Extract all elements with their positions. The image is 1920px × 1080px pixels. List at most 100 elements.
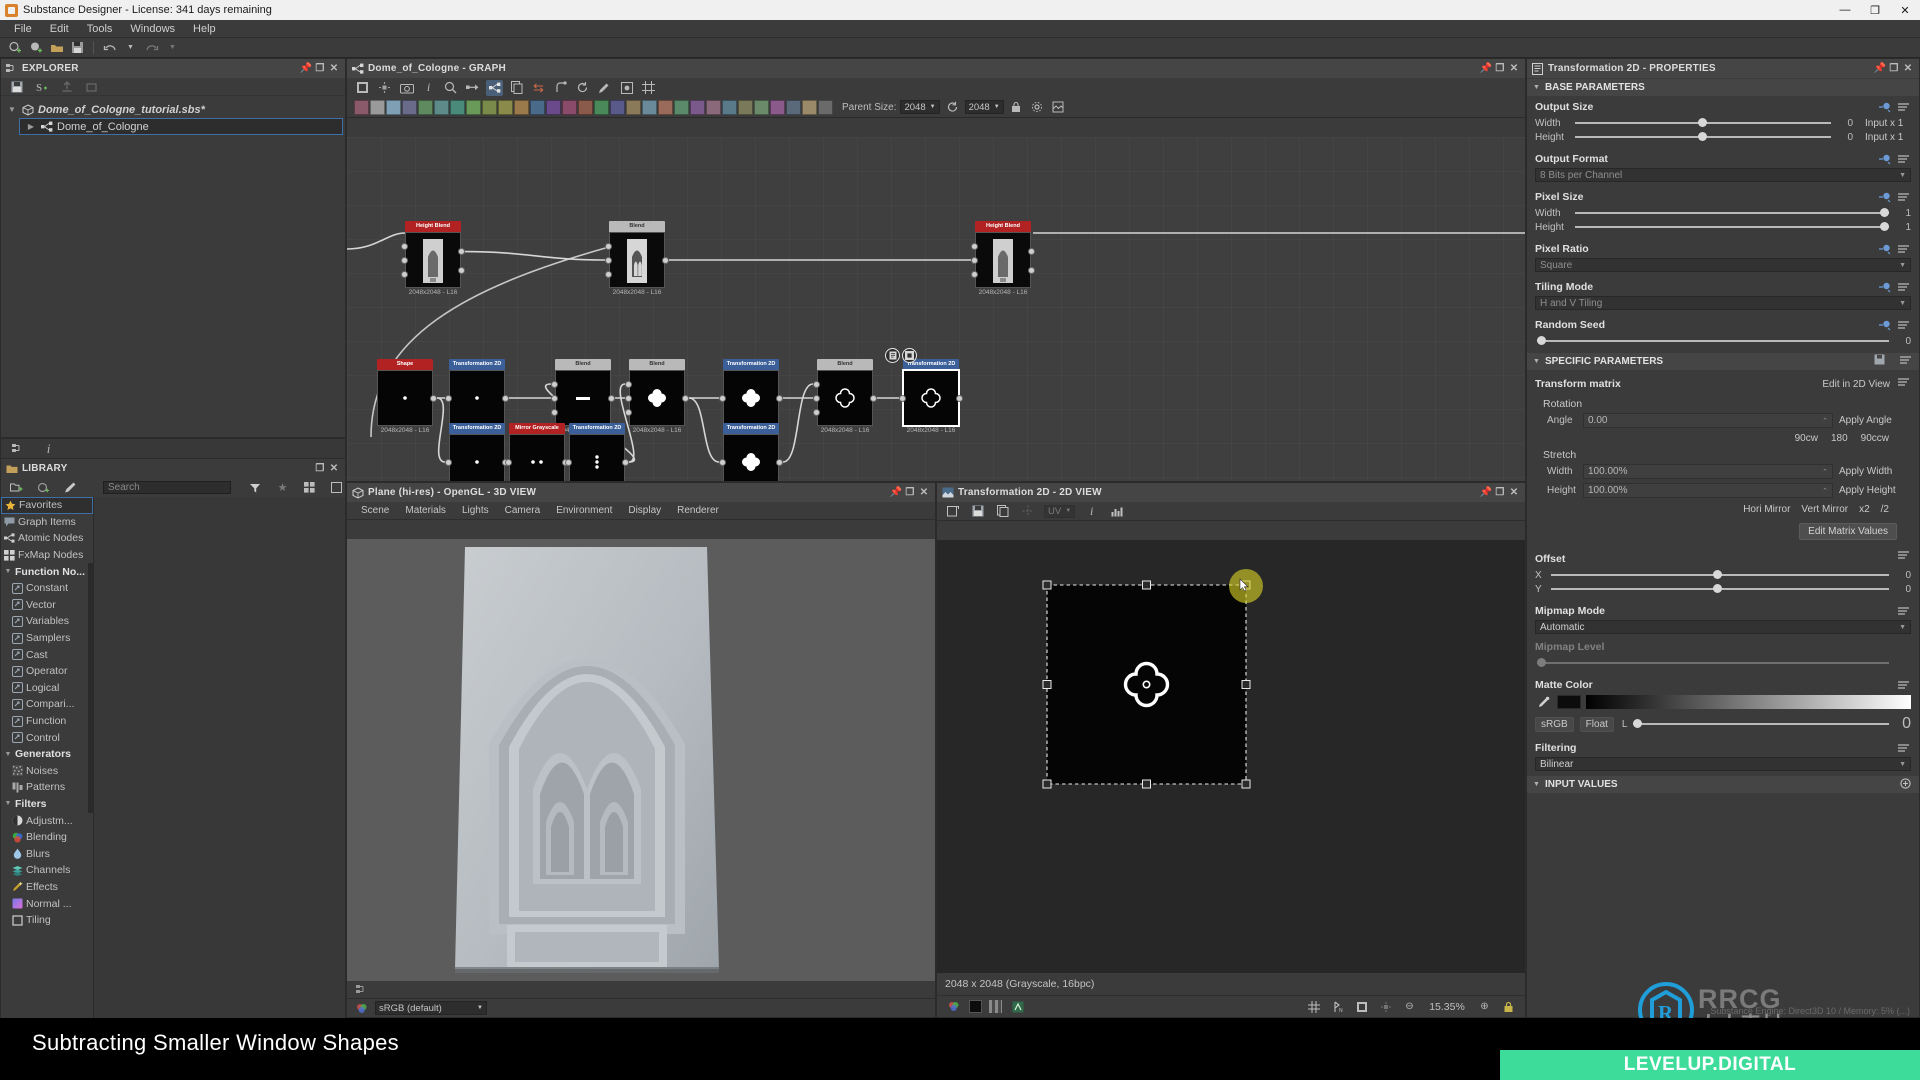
stretch-height-field[interactable]: 100.00% ⌃ [1583, 483, 1833, 498]
float-icon[interactable]: ❐ [1493, 62, 1507, 76]
pixel-ratio-icons[interactable] [1879, 242, 1911, 260]
minimize-button[interactable]: — [1830, 0, 1860, 20]
node-palette-button-11[interactable] [530, 99, 545, 115]
lock-ratio-icon[interactable] [1008, 99, 1025, 115]
library-item-adjustm[interactable]: Adjustm... [1, 812, 93, 829]
graph-node[interactable]: Transformation 2D2048x2048 - L16 [899, 359, 963, 434]
histogram-icon[interactable] [1108, 503, 1125, 519]
close-button[interactable]: ✕ [1890, 0, 1920, 20]
tiling-toggle-icon[interactable]: N [1329, 999, 1346, 1015]
offset-x-value[interactable]: 0 [1895, 570, 1911, 581]
library-toolbar[interactable]: Search ★ [1, 478, 345, 497]
parameter-menu-icon[interactable] [1898, 375, 1911, 393]
save-icon[interactable] [8, 79, 25, 95]
info-icon[interactable]: i [1083, 503, 1100, 519]
library-item-constant[interactable]: Constant [1, 580, 93, 597]
pixel-size-icons[interactable] [1879, 190, 1911, 208]
swap-icon[interactable]: ⇆ [530, 80, 547, 96]
pixel-ratio-combo[interactable]: Square ▼ [1535, 258, 1911, 272]
filtering-icons[interactable] [1898, 741, 1911, 759]
fit-image-icon[interactable] [1353, 999, 1370, 1015]
apply-width-button[interactable]: Apply Width [1839, 466, 1911, 477]
colorspace-icon[interactable] [945, 999, 962, 1015]
node-palette-button-14[interactable] [578, 99, 593, 115]
info-icon[interactable]: i [420, 80, 437, 96]
graph-node-input-port[interactable] [625, 394, 632, 402]
uv-combo[interactable]: UV ▼ [1044, 504, 1076, 518]
pin-icon[interactable]: 📌 [299, 62, 313, 76]
eyedropper-icon[interactable] [1535, 694, 1552, 710]
search-icon[interactable] [442, 80, 459, 96]
node-palette-button-15[interactable] [594, 99, 609, 115]
edit-library-icon[interactable] [62, 480, 79, 496]
output-format-icons[interactable] [1879, 152, 1911, 170]
node-2dview-badge[interactable] [902, 348, 917, 363]
output-format-combo[interactable]: 8 Bits per Channel ▼ [1535, 168, 1911, 182]
tree-row[interactable]: ▼ Dome_of_Cologne_tutorial.sbs* [1, 101, 345, 118]
pixel-width-value[interactable]: 1 [1895, 208, 1911, 219]
pixel-width-slider[interactable] [1575, 208, 1889, 217]
redo-dropdown-icon[interactable]: ▼ [164, 40, 181, 56]
graph-node[interactable]: Height Blend 2048x2048 - L16 [971, 221, 1035, 296]
parent-size-control[interactable]: Parent Size: 2048 ▼ 2048 ▼ [842, 99, 1067, 115]
node-palette-button-13[interactable] [562, 99, 577, 115]
stepper-icon[interactable]: ⌃ [1822, 417, 1828, 425]
graph-node-output-port[interactable] [776, 394, 783, 402]
preset-save-icon[interactable] [1874, 354, 1887, 369]
view3d-menubar[interactable]: Scene Materials Lights Camera Environment Dis… [347, 502, 935, 520]
chevron-down-icon[interactable]: ▼ [4, 751, 12, 758]
output-height-slider[interactable] [1575, 132, 1831, 141]
connect-icon[interactable] [552, 80, 569, 96]
menu-edit[interactable]: Edit [41, 21, 78, 37]
node-palette-button-29[interactable] [818, 99, 833, 115]
library-item-filters[interactable]: ▼ Filters [1, 796, 93, 813]
grid-toggle-icon[interactable] [1305, 999, 1322, 1015]
alpha-channel-icon[interactable] [1009, 999, 1026, 1015]
import-icon[interactable] [83, 79, 100, 95]
graph-node-thumbnail[interactable] [609, 232, 665, 288]
node-properties-badge[interactable] [885, 348, 900, 363]
library-item-control[interactable]: Control [1, 729, 93, 746]
graph-node-input-port[interactable] [971, 242, 978, 250]
random-seed-value[interactable]: 0 [1895, 336, 1911, 347]
parameter-menu-icon[interactable] [1898, 678, 1911, 696]
matte-color-swatch[interactable] [1557, 695, 1581, 709]
offset-x-slider[interactable] [1551, 570, 1889, 579]
graph-node-input-port[interactable] [401, 242, 408, 250]
graph-node-input-port[interactable] [551, 394, 558, 402]
graph-node-input-port[interactable] [625, 408, 632, 416]
graph-node-output-port[interactable] [682, 394, 689, 402]
graph-node-palette[interactable]: Parent Size: 2048 ▼ 2048 ▼ [347, 97, 1525, 118]
graph-node-output-port[interactable] [430, 394, 437, 402]
parameter-menu-icon[interactable] [1898, 280, 1911, 298]
screenshot-icon[interactable] [398, 80, 415, 96]
library-item-logical[interactable]: Logical [1, 680, 93, 697]
graph-node-output-port[interactable] [956, 394, 963, 402]
library-item-favorites[interactable]: Favorites [1, 497, 93, 514]
parameter-menu-icon[interactable] [1898, 318, 1911, 336]
slider-knob[interactable] [1697, 132, 1707, 141]
info-tab-icon[interactable]: i [40, 441, 57, 457]
channel-black-swatch[interactable] [969, 1000, 982, 1013]
expose-parameter-icon[interactable] [1879, 100, 1892, 118]
add-library-icon[interactable] [8, 480, 25, 496]
menu-file[interactable]: File [5, 21, 41, 37]
graph-node-output-port[interactable] [608, 394, 615, 402]
graph-node-output-port[interactable] [502, 394, 509, 402]
window-controls[interactable]: — ❐ ✕ [1830, 0, 1920, 20]
mipmap-icons[interactable] [1898, 604, 1911, 622]
center-image-icon[interactable] [1377, 999, 1394, 1015]
zoom-level[interactable]: 15.35% [1425, 1001, 1469, 1013]
view3d-menu-environment[interactable]: Environment [548, 505, 620, 516]
luminance-slider[interactable] [1633, 719, 1889, 728]
view3d-viewport[interactable] [347, 539, 935, 981]
node-palette-button-8[interactable] [482, 99, 497, 115]
float-icon[interactable]: ❐ [1887, 62, 1901, 76]
pin-icon[interactable]: 📌 [1479, 486, 1493, 500]
graph-node[interactable]: Transformation 2D2048x2048 - L16 [565, 423, 629, 481]
library-item-atomic-nodes[interactable]: Atomic Nodes [1, 530, 93, 547]
graph-node-output-port[interactable] [1028, 266, 1035, 274]
node-palette-button-27[interactable] [786, 99, 801, 115]
graph-node-thumbnail[interactable] [555, 370, 611, 426]
graph-node-input-port[interactable] [813, 394, 820, 402]
